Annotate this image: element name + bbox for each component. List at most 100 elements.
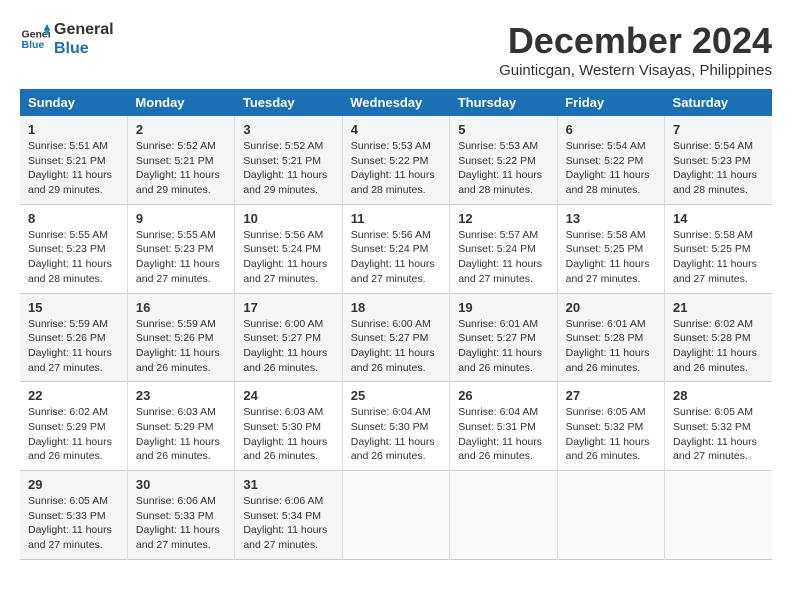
day-cell: 2Sunrise: 5:52 AM Sunset: 5:21 PM Daylig… [127, 116, 234, 204]
day-number: 31 [243, 477, 333, 492]
day-number: 20 [566, 300, 656, 315]
day-info: Sunrise: 5:55 AM Sunset: 5:23 PM Dayligh… [28, 228, 119, 287]
day-number: 15 [28, 300, 119, 315]
day-info: Sunrise: 5:58 AM Sunset: 5:25 PM Dayligh… [566, 228, 656, 287]
day-cell: 17Sunrise: 6:00 AM Sunset: 5:27 PM Dayli… [235, 293, 342, 382]
day-number: 8 [28, 211, 119, 226]
day-cell: 27 Sunrise: 6:05 AM Sunset: 5:32 PM Dayli… [557, 382, 664, 471]
day-number: 7 [673, 122, 764, 137]
day-number: 5 [458, 122, 548, 137]
day-number: 29 [28, 477, 119, 492]
col-thursday: Thursday [450, 89, 557, 116]
day-info: Sunrise: 5:52 AM Sunset: 5:21 PM Dayligh… [136, 139, 226, 198]
week-row-2: 8 Sunrise: 5:55 AM Sunset: 5:23 PM Daylig… [20, 204, 772, 293]
day-cell: 13 Sunrise: 5:58 AM Sunset: 5:25 PM Dayli… [557, 204, 664, 293]
day-number: 11 [351, 211, 441, 226]
day-info: Sunrise: 5:57 AM Sunset: 5:24 PM Dayligh… [458, 228, 548, 287]
day-info: Sunrise: 6:05 AM Sunset: 5:33 PM Dayligh… [28, 494, 119, 553]
day-number: 12 [458, 211, 548, 226]
day-info: Sunrise: 5:53 AM Sunset: 5:22 PM Dayligh… [351, 139, 441, 198]
header-row: Sunday Monday Tuesday Wednesday Thursday… [20, 89, 772, 116]
day-number: 16 [136, 300, 226, 315]
col-sunday: Sunday [20, 89, 127, 116]
title-section: December 2024 Guinticgan, Western Visaya… [499, 20, 772, 79]
day-cell: 18 Sunrise: 6:00 AM Sunset: 5:27 PM Dayli… [342, 293, 449, 382]
page-header: General Blue General Blue December 2024 … [20, 20, 772, 79]
day-number: 19 [458, 300, 548, 315]
calendar-table: Sunday Monday Tuesday Wednesday Thursday… [20, 89, 772, 560]
day-cell: 9 Sunrise: 5:55 AM Sunset: 5:23 PM Daylig… [127, 204, 234, 293]
day-number: 28 [673, 388, 764, 403]
col-monday: Monday [127, 89, 234, 116]
day-info: Sunrise: 6:01 AM Sunset: 5:28 PM Dayligh… [566, 317, 656, 376]
day-info: Sunrise: 6:03 AM Sunset: 5:30 PM Dayligh… [243, 405, 333, 464]
day-cell [342, 471, 449, 560]
day-info: Sunrise: 5:58 AM Sunset: 5:25 PM Dayligh… [673, 228, 764, 287]
day-cell: 1Sunrise: 5:51 AM Sunset: 5:21 PM Daylig… [20, 116, 127, 204]
day-info: Sunrise: 5:55 AM Sunset: 5:23 PM Dayligh… [136, 228, 226, 287]
day-cell [557, 471, 664, 560]
week-row-3: 15 Sunrise: 5:59 AM Sunset: 5:26 PM Dayli… [20, 293, 772, 382]
day-cell: 20 Sunrise: 6:01 AM Sunset: 5:28 PM Dayli… [557, 293, 664, 382]
day-info: Sunrise: 5:56 AM Sunset: 5:24 PM Dayligh… [351, 228, 441, 287]
day-info: Sunrise: 6:06 AM Sunset: 5:33 PM Dayligh… [136, 494, 226, 553]
day-number: 21 [673, 300, 764, 315]
day-cell: 10 Sunrise: 5:56 AM Sunset: 5:24 PM Dayli… [235, 204, 342, 293]
day-number: 6 [566, 122, 656, 137]
day-info: Sunrise: 6:02 AM Sunset: 5:28 PM Dayligh… [673, 317, 764, 376]
day-info: Sunrise: 5:54 AM Sunset: 5:23 PM Dayligh… [673, 139, 764, 198]
day-cell: 8 Sunrise: 5:55 AM Sunset: 5:23 PM Daylig… [20, 204, 127, 293]
day-number: 14 [673, 211, 764, 226]
day-info: Sunrise: 6:05 AM Sunset: 5:32 PM Dayligh… [566, 405, 656, 464]
day-cell: 4 Sunrise: 5:53 AM Sunset: 5:22 PM Daylig… [342, 116, 449, 204]
day-cell: 28Sunrise: 6:05 AM Sunset: 5:32 PM Dayli… [665, 382, 772, 471]
day-cell: 23 Sunrise: 6:03 AM Sunset: 5:29 PM Dayli… [127, 382, 234, 471]
logo-general: General [54, 20, 114, 39]
week-row-1: 1Sunrise: 5:51 AM Sunset: 5:21 PM Daylig… [20, 116, 772, 204]
location-title: Guinticgan, Western Visayas, Philippines [499, 62, 772, 79]
day-number: 25 [351, 388, 441, 403]
logo-blue: Blue [54, 39, 114, 58]
col-wednesday: Wednesday [342, 89, 449, 116]
day-number: 18 [351, 300, 441, 315]
day-info: Sunrise: 6:04 AM Sunset: 5:31 PM Dayligh… [458, 405, 548, 464]
day-cell: 14 Sunrise: 5:58 AM Sunset: 5:25 PM Dayli… [665, 204, 772, 293]
day-info: Sunrise: 5:56 AM Sunset: 5:24 PM Dayligh… [243, 228, 333, 287]
day-number: 23 [136, 388, 226, 403]
day-info: Sunrise: 6:02 AM Sunset: 5:29 PM Dayligh… [28, 405, 119, 464]
day-cell: 29 Sunrise: 6:05 AM Sunset: 5:33 PM Dayli… [20, 471, 127, 560]
day-cell: 5Sunrise: 5:53 AM Sunset: 5:22 PM Daylig… [450, 116, 557, 204]
day-cell: 15Sunrise: 5:59 AM Sunset: 5:26 PM Dayli… [20, 293, 127, 382]
day-info: Sunrise: 5:52 AM Sunset: 5:21 PM Dayligh… [243, 139, 333, 198]
day-number: 27 [566, 388, 656, 403]
day-info: Sunrise: 6:04 AM Sunset: 5:30 PM Dayligh… [351, 405, 441, 464]
day-info: Sunrise: 6:03 AM Sunset: 5:29 PM Dayligh… [136, 405, 226, 464]
month-title: December 2024 [499, 20, 772, 62]
day-info: Sunrise: 5:59 AM Sunset: 5:26 PM Dayligh… [136, 317, 226, 376]
week-row-4: 22 Sunrise: 6:02 AM Sunset: 5:29 PM Dayli… [20, 382, 772, 471]
week-row-5: 29 Sunrise: 6:05 AM Sunset: 5:33 PM Dayli… [20, 471, 772, 560]
svg-text:Blue: Blue [22, 39, 45, 51]
day-cell: 7 Sunrise: 5:54 AM Sunset: 5:23 PM Daylig… [665, 116, 772, 204]
day-number: 3 [243, 122, 333, 137]
day-number: 9 [136, 211, 226, 226]
day-cell: 21 Sunrise: 6:02 AM Sunset: 5:28 PM Dayli… [665, 293, 772, 382]
logo-icon: General Blue [20, 24, 50, 54]
day-info: Sunrise: 6:00 AM Sunset: 5:27 PM Dayligh… [351, 317, 441, 376]
day-info: Sunrise: 5:54 AM Sunset: 5:22 PM Dayligh… [566, 139, 656, 198]
col-friday: Friday [557, 89, 664, 116]
day-number: 13 [566, 211, 656, 226]
day-cell: 26Sunrise: 6:04 AM Sunset: 5:31 PM Dayli… [450, 382, 557, 471]
day-cell [665, 471, 772, 560]
day-number: 10 [243, 211, 333, 226]
day-cell: 11 Sunrise: 5:56 AM Sunset: 5:24 PM Dayli… [342, 204, 449, 293]
day-cell: 22 Sunrise: 6:02 AM Sunset: 5:29 PM Dayli… [20, 382, 127, 471]
day-cell: 31Sunrise: 6:06 AM Sunset: 5:34 PM Dayli… [235, 471, 342, 560]
day-info: Sunrise: 6:00 AM Sunset: 5:27 PM Dayligh… [243, 317, 333, 376]
day-number: 4 [351, 122, 441, 137]
day-cell: 24Sunrise: 6:03 AM Sunset: 5:30 PM Dayli… [235, 382, 342, 471]
day-number: 30 [136, 477, 226, 492]
day-cell: 19Sunrise: 6:01 AM Sunset: 5:27 PM Dayli… [450, 293, 557, 382]
day-number: 22 [28, 388, 119, 403]
day-number: 1 [28, 122, 119, 137]
